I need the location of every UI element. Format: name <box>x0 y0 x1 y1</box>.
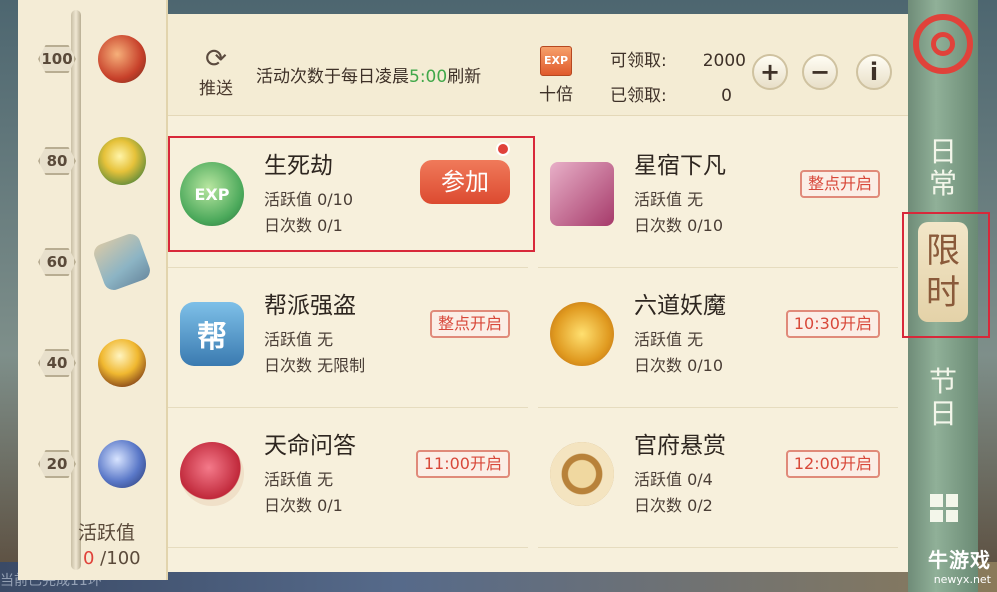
activity-card-xingsuxiafan[interactable]: 星宿下凡 活跃值 无 日次数 0/10 整点开启 <box>538 128 898 268</box>
open-time-tag: 11:00开启 <box>415 450 510 478</box>
activity-title: 官府悬赏 <box>634 433 726 459</box>
plus-button[interactable]: + <box>752 54 788 90</box>
coin-icon <box>550 442 614 506</box>
tier-value: 20 <box>38 450 76 478</box>
grid-menu-icon[interactable] <box>930 494 958 522</box>
activity-points: 活跃值 无 <box>634 330 704 349</box>
watermark-url: newyx.net <box>933 573 991 586</box>
open-time-tag: 整点开启 <box>799 170 880 198</box>
claimable-value: 2000 <box>702 51 746 71</box>
activity-daily-count: 日次数 0/10 <box>634 356 724 375</box>
tier-20[interactable]: 20 <box>18 430 168 500</box>
minus-button[interactable]: − <box>802 54 838 90</box>
refresh-notice: 活动次数于每日凌晨5:00刷新 <box>256 62 481 87</box>
activity-total-value: 0 /100 <box>83 548 141 569</box>
activity-title: 星宿下凡 <box>634 153 726 179</box>
activity-daily-count: 日次数 0/10 <box>634 216 724 235</box>
watermark-title: 牛游戏 <box>928 548 991 572</box>
claimed-value: 0 <box>721 86 732 106</box>
tier-60[interactable]: 60 <box>18 228 168 298</box>
tier-value: 60 <box>38 248 76 276</box>
tier-value: 80 <box>38 147 76 175</box>
activity-daily-count: 日次数 无限制 <box>264 356 366 375</box>
red-bag-icon[interactable] <box>98 35 146 83</box>
activity-total-label: 活跃值 <box>78 522 136 544</box>
open-time-tag: 10:30开启 <box>785 310 880 338</box>
claimed-label: 已领取: <box>610 86 667 106</box>
activity-current: 0 <box>83 548 95 569</box>
close-ring-icon[interactable] <box>913 14 973 74</box>
activity-points: 活跃值 无 <box>264 470 334 489</box>
blue-bag-icon[interactable] <box>98 440 146 488</box>
refresh-prefix: 活动次数于每日凌晨 <box>256 67 409 87</box>
push-button[interactable]: ⟳ 推送 <box>192 44 240 99</box>
activity-title: 帮派强盗 <box>264 293 356 319</box>
activity-card-liudaoyaomo[interactable]: 六道妖魔 活跃值 无 日次数 0/10 10:30开启 <box>538 268 898 408</box>
tier-40[interactable]: 40 <box>18 329 168 399</box>
activity-title: 天命问答 <box>264 433 356 459</box>
activity-daily-count: 日次数 0/1 <box>264 496 343 515</box>
activity-ladder: 100 80 60 40 20 活跃值 0 /100 <box>18 0 168 580</box>
tab-highlight-box <box>902 212 990 338</box>
activity-points: 活跃值 无 <box>634 190 704 209</box>
activity-title: 六道妖魔 <box>634 293 726 319</box>
book-icon <box>550 162 614 226</box>
tenfold-label: 十倍 <box>539 85 573 105</box>
activity-points: 活跃值 0/4 <box>634 470 713 489</box>
gang-icon: 帮 <box>180 302 244 366</box>
activity-card-guanfuxuanshang[interactable]: 官府悬赏 活跃值 0/4 日次数 0/2 12:00开启 <box>538 408 898 548</box>
refresh-suffix: 刷新 <box>447 67 482 87</box>
exp-badge-icon: EXP <box>540 46 572 76</box>
green-orb-icon[interactable] <box>98 137 146 185</box>
refresh-time: 5:00 <box>409 67 448 87</box>
activity-grid: EXP 生死劫 活跃值 0/10 日次数 0/1 参加 星宿下凡 活跃值 无 日… <box>168 116 908 572</box>
tab-festival[interactable]: 节 日 <box>918 366 968 430</box>
open-time-tag: 整点开启 <box>429 310 510 338</box>
scroll-icon[interactable] <box>91 231 153 293</box>
refresh-icon: ⟳ <box>205 44 227 74</box>
activity-max: /100 <box>94 548 141 569</box>
panel-header: ⟳ 推送 活动次数于每日凌晨5:00刷新 EXP 十倍 可领取: 2000 已领取… <box>168 14 908 116</box>
site-watermark: 牛游戏 newyx.net <box>928 544 991 586</box>
claim-info: 可领取: 2000 已领取: 0 <box>610 44 746 114</box>
highlight-box <box>168 136 535 252</box>
tier-value: 40 <box>38 349 76 377</box>
tab-daily[interactable]: 日 常 <box>918 136 968 200</box>
activity-card-bangpaiqiangdao[interactable]: 帮 帮派强盗 活跃值 无 日次数 无限制 整点开启 <box>168 268 528 408</box>
claimable-label: 可领取: <box>610 51 667 71</box>
tier-value: 100 <box>38 45 76 73</box>
push-label: 推送 <box>199 79 233 99</box>
tier-80[interactable]: 80 <box>18 127 168 197</box>
activity-panel: ⟳ 推送 活动次数于每日凌晨5:00刷新 EXP 十倍 可领取: 2000 已领取… <box>168 14 908 572</box>
berries-icon <box>180 442 244 506</box>
tenfold-button[interactable]: EXP 十倍 <box>532 46 580 105</box>
activity-points: 活跃值 无 <box>264 330 334 349</box>
gold-orb-icon[interactable] <box>98 339 146 387</box>
info-button[interactable]: i <box>856 54 892 90</box>
tier-100[interactable]: 100 <box>18 25 168 95</box>
activity-daily-count: 日次数 0/2 <box>634 496 713 515</box>
dragon-icon <box>550 302 614 366</box>
open-time-tag: 12:00开启 <box>785 450 880 478</box>
activity-card-tianmingwenda[interactable]: 天命问答 活跃值 无 日次数 0/1 11:00开启 <box>168 408 528 548</box>
